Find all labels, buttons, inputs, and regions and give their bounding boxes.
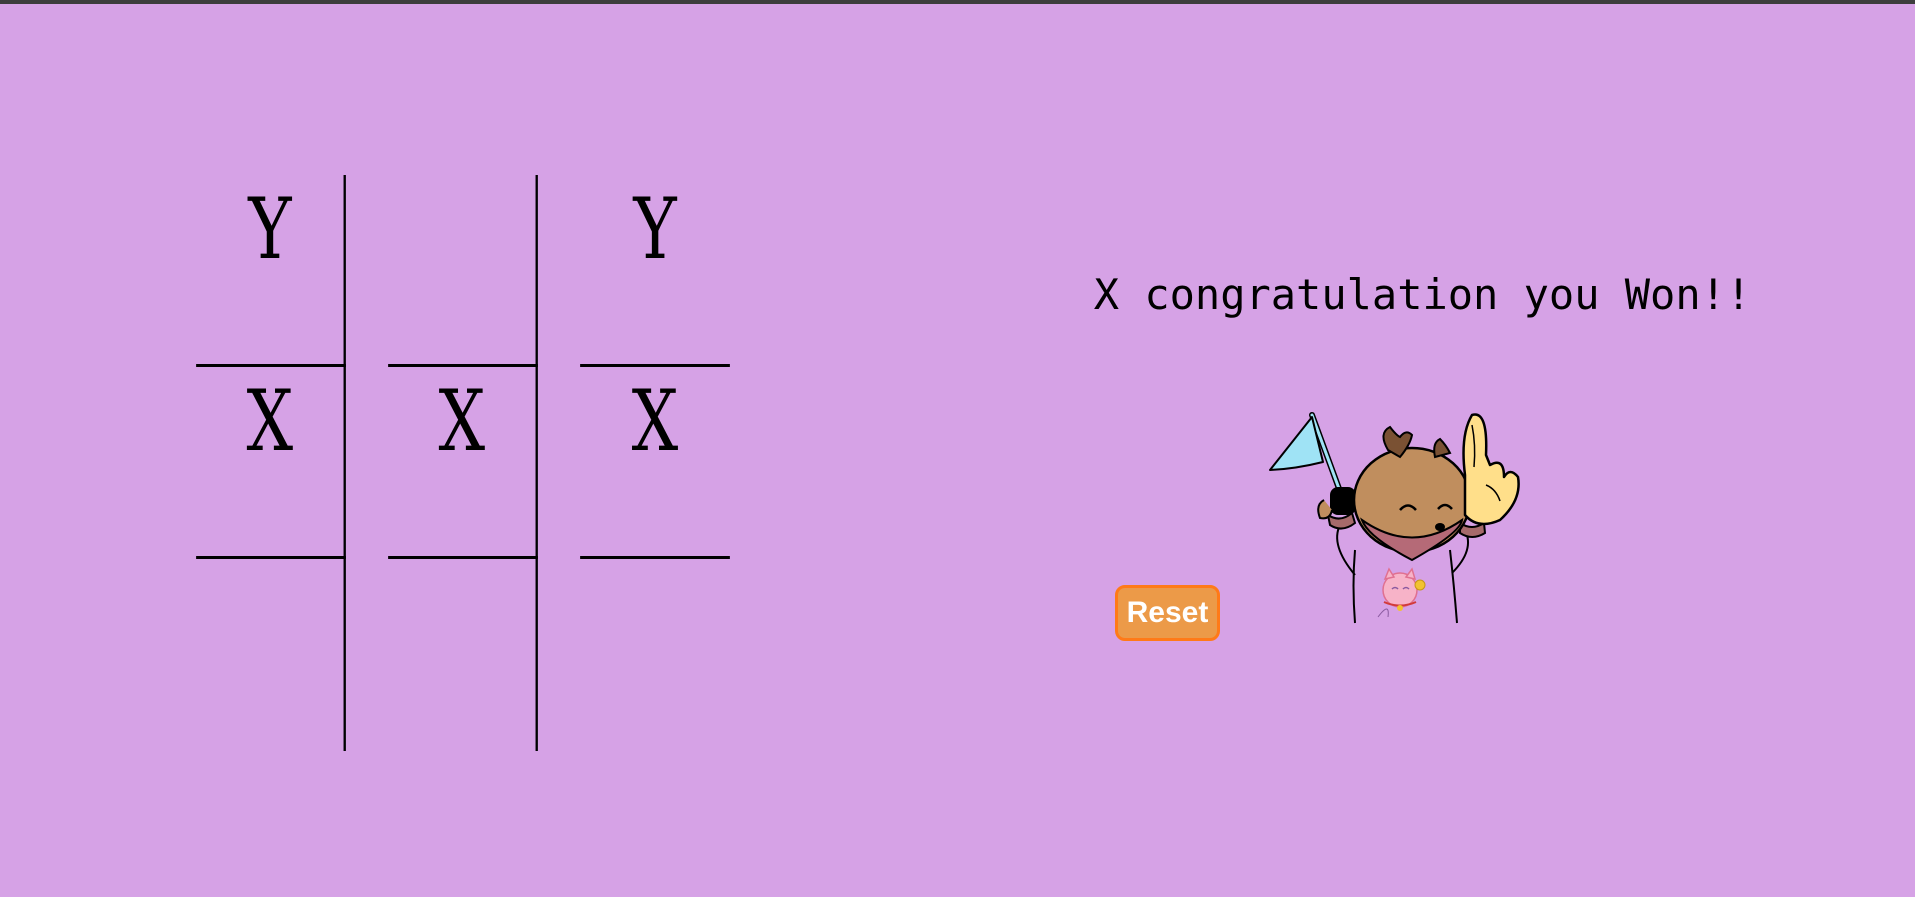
reset-button[interactable]: Reset (1115, 585, 1220, 641)
winner-message: X congratulation you Won!! (1093, 270, 1752, 319)
board-cell-7[interactable] (388, 559, 538, 751)
window-top-border (0, 0, 1915, 4)
tic-tac-toe-board: Y Y X X X (175, 175, 751, 751)
board-cell-5[interactable]: X (580, 367, 730, 559)
board-cell-6[interactable] (196, 559, 346, 751)
board-cell-2[interactable]: Y (580, 175, 730, 367)
board-cell-1[interactable] (388, 175, 538, 367)
board-cell-0[interactable]: Y (196, 175, 346, 367)
board-cell-4[interactable]: X (388, 367, 538, 559)
board-cell-3[interactable]: X (196, 367, 346, 559)
board-cell-8[interactable] (580, 559, 730, 751)
celebrating-deer-mascot-icon (1260, 405, 1540, 630)
